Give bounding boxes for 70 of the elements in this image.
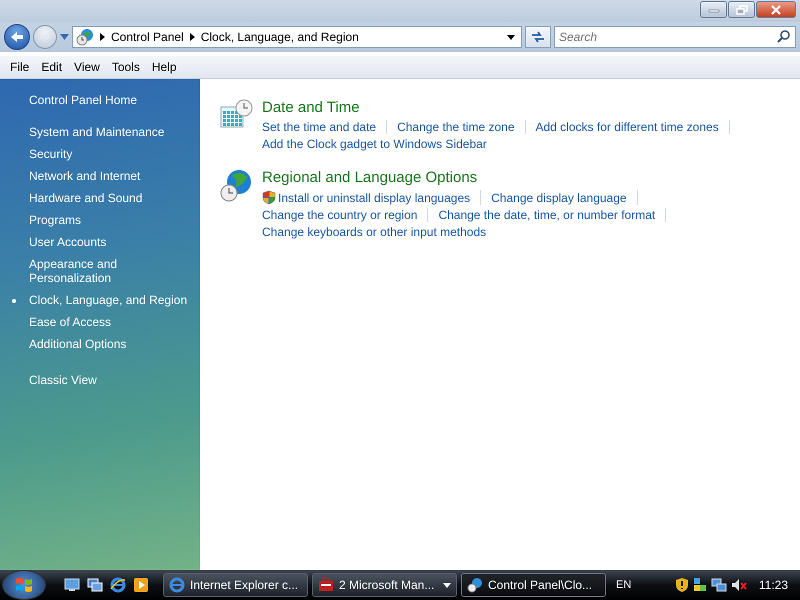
media-player-icon[interactable]: [133, 577, 149, 593]
restore-icon: [736, 4, 748, 14]
close-button[interactable]: [756, 1, 796, 18]
dropdown-icon[interactable]: [507, 34, 515, 40]
minimize-icon: [708, 6, 720, 12]
menu-item[interactable]: Help: [146, 60, 183, 74]
section-title-link[interactable]: Regional and Language Options: [262, 169, 676, 186]
back-button[interactable]: [4, 24, 30, 50]
breadcrumb-arrow-icon[interactable]: [190, 33, 195, 41]
breadcrumb[interactable]: Clock, Language, and Region: [200, 30, 359, 44]
taskbar-button[interactable]: Internet Explorer c...: [163, 573, 308, 597]
section-title-link[interactable]: Date and Time: [262, 99, 740, 116]
browser-e-icon: [169, 577, 185, 593]
minimize-button[interactable]: [700, 1, 727, 18]
task-link[interactable]: Change the date, time, or number format: [438, 208, 656, 222]
windows-flag-icon: [15, 576, 33, 594]
menu-item[interactable]: File: [4, 60, 36, 74]
search-field[interactable]: Search: [554, 26, 796, 48]
shield-icon: [262, 190, 276, 205]
taskbar-button[interactable]: Control Panel\Clo...: [461, 573, 606, 597]
globe-clock-icon: [467, 577, 483, 593]
close-icon: [770, 4, 782, 14]
shield-warning-icon[interactable]: [674, 577, 689, 593]
task-link[interactable]: Add clocks for different time zones: [536, 120, 719, 134]
history-dropdown-icon[interactable]: [60, 34, 69, 40]
task-link[interactable]: Change display language: [491, 190, 627, 204]
windows-icon[interactable]: [87, 578, 103, 592]
sidebar-link[interactable]: Clock, Language, and Region: [29, 293, 194, 307]
sidebar-link[interactable]: Security: [29, 147, 194, 161]
refresh-button[interactable]: [525, 26, 551, 48]
start-button[interactable]: [2, 570, 46, 600]
toolbox-icon: [318, 577, 334, 593]
language-indicator[interactable]: EN: [616, 579, 632, 591]
sidebar-link[interactable]: System and Maintenance: [29, 125, 194, 139]
sidebar-link[interactable]: Network and Internet: [29, 169, 194, 183]
globe-clock-icon: [219, 169, 253, 203]
breadcrumb-arrow-icon[interactable]: [100, 33, 105, 41]
search-icon: [777, 30, 790, 43]
address-bar[interactable]: Control Panel Clock, Language, and Region: [72, 26, 522, 48]
sidebar-link[interactable]: Hardware and Sound: [29, 191, 194, 205]
sidebar-link[interactable]: Control Panel Home: [29, 93, 200, 107]
sidebar-link[interactable]: Ease of Access: [29, 315, 194, 329]
task-link[interactable]: Add the Clock gadget to Windows Sidebar: [262, 137, 487, 151]
left-arrow-icon: [10, 31, 24, 43]
right-arrow-icon: [39, 32, 51, 42]
desktop-icon[interactable]: [64, 578, 80, 592]
task-link[interactable]: Set the time and date: [262, 120, 376, 134]
refresh-arrows-icon: [530, 30, 546, 44]
restore-button[interactable]: [728, 1, 755, 18]
breadcrumb[interactable]: Control Panel: [111, 30, 184, 44]
menu-item[interactable]: View: [68, 60, 106, 74]
menu-item[interactable]: Edit: [35, 60, 68, 74]
task-link[interactable]: Change keyboards or other input methods: [262, 225, 486, 239]
network-icon[interactable]: [710, 577, 727, 593]
task-link[interactable]: Install or uninstall display languages: [278, 190, 470, 204]
muted-speaker-icon[interactable]: [730, 577, 747, 593]
sidebar-link[interactable]: Additional Options: [29, 337, 194, 351]
sidebar-link[interactable]: Classic View: [29, 373, 200, 387]
globe-clock-icon: [76, 28, 94, 46]
taskbar-button[interactable]: 2 Microsoft Man...: [312, 573, 457, 597]
clock[interactable]: 11:23: [758, 578, 788, 592]
menu-item[interactable]: Tools: [106, 60, 146, 74]
task-link[interactable]: Change the country or region: [262, 208, 418, 222]
sidebar-link[interactable]: Appearance and Personalization: [29, 257, 194, 285]
dropdown-icon: [443, 582, 451, 588]
sidebar-link[interactable]: Programs: [29, 213, 194, 227]
tiles-icon[interactable]: [692, 577, 707, 593]
task-link[interactable]: Change the time zone: [397, 120, 514, 134]
browser-e-icon[interactable]: [110, 577, 126, 593]
sidebar-link[interactable]: User Accounts: [29, 235, 194, 249]
